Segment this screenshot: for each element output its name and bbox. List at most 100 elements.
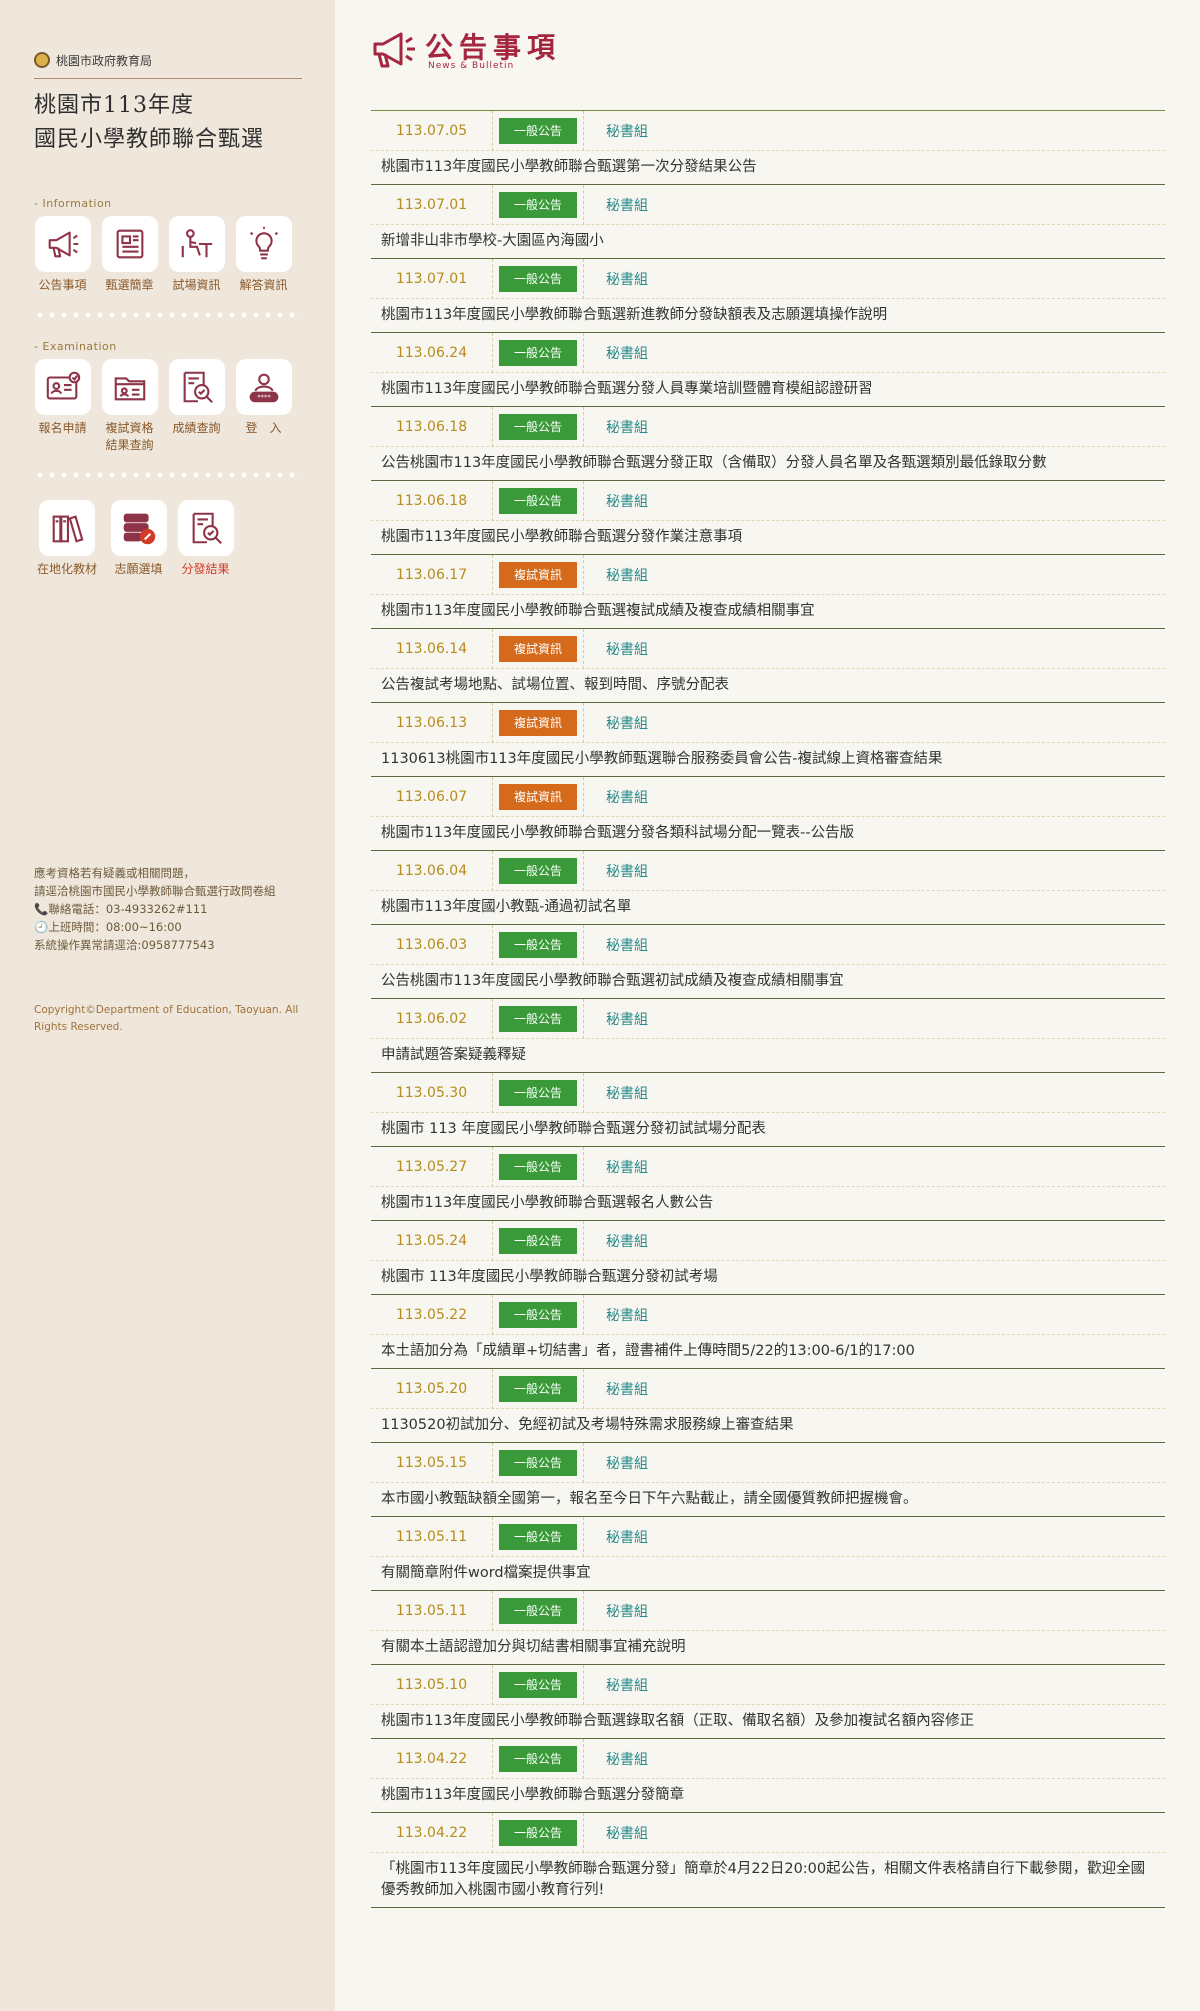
bulletin-unit[interactable]: 秘書組 — [606, 713, 648, 733]
bulletin-unit[interactable]: 秘書組 — [606, 639, 648, 659]
category-badge: 一般公告 — [499, 857, 577, 884]
nav-exam-venue-label: 試場資訊 — [172, 278, 221, 292]
category-badge: 一般公告 — [499, 487, 577, 514]
nav-retest-query[interactable]: 複試資格 結果查詢 — [101, 359, 158, 454]
brand[interactable]: 桃園市政府教育局 — [34, 50, 301, 70]
category-badge: 一般公告 — [499, 1301, 577, 1328]
category-badge: 一般公告 — [499, 1523, 577, 1550]
bulletin-unit[interactable]: 秘書組 — [606, 121, 648, 141]
nav-preference[interactable]: 志願選填 — [110, 500, 167, 578]
nav-exam-venue[interactable]: 試場資訊 — [168, 216, 225, 294]
bulletin-title-link[interactable]: 公告桃園市113年度國民小學教師聯合甄選分發正取（含備取）分發人員名單及各甄選類… — [371, 447, 1165, 480]
bulletin-meta: 113.05.22 一般公告 秘書組 — [371, 1294, 1165, 1335]
bulletin-category-cell: 一般公告 — [492, 1146, 584, 1187]
contact-hours: 🕘上班時間：08:00~16:00 — [34, 920, 182, 934]
bulletin-unit[interactable]: 秘書組 — [606, 1675, 648, 1695]
bulletin-unit[interactable]: 秘書組 — [606, 1379, 648, 1399]
bulletin-title-link[interactable]: 桃園市113年度國民小學教師聯合甄選報名人數公告 — [371, 1187, 1165, 1220]
bulletin-title-link[interactable]: 本土語加分為「成績單+切結書」者，證書補件上傳時間5/22的13:00-6/1的… — [371, 1335, 1165, 1368]
bulletin-unit[interactable]: 秘書組 — [606, 195, 648, 215]
document-icon — [101, 216, 158, 272]
bulletin-title-link[interactable]: 桃園市113年度國小教甄-通過初試名單 — [371, 891, 1165, 924]
bulletin-unit[interactable]: 秘書組 — [606, 565, 648, 585]
bulletin-title-link[interactable]: 申請試題答案疑義釋疑 — [371, 1039, 1165, 1072]
bulletin-unit[interactable]: 秘書組 — [606, 1305, 648, 1325]
bulletin-title-link[interactable]: 桃園市113年度國民小學教師聯合甄選錄取名額（正取、備取名額）及參加複試名額內容… — [371, 1705, 1165, 1738]
bulletin-unit[interactable]: 秘書組 — [606, 1749, 648, 1769]
bulletin-category-cell: 一般公告 — [492, 998, 584, 1039]
bulletin-title-link[interactable]: 桃園市113年度國民小學教師聯合甄選分發各類科試場分配一覽表--公告版 — [371, 817, 1165, 850]
bulletin-unit[interactable]: 秘書組 — [606, 491, 648, 511]
bulletin-item: 113.05.10 一般公告 秘書組 桃園市113年度國民小學教師聯合甄選錄取名額（正… — [371, 1664, 1165, 1739]
bulletin-title-link[interactable]: 桃園市113年度國民小學教師聯合甄選分發人員專業培訓暨體育模組認證研習 — [371, 373, 1165, 406]
bulletin-title-link[interactable]: 有關簡章附件word檔案提供事宜 — [371, 1557, 1165, 1590]
nav-brochure[interactable]: 甄選簡章 — [101, 216, 158, 294]
page-subtitle: News & Bulletin — [428, 61, 515, 71]
bulletin-unit[interactable]: 秘書組 — [606, 787, 648, 807]
bulletin-title-link[interactable]: 桃園市113年度國民小學教師聯合甄選分發簡章 — [371, 1779, 1165, 1812]
bulletin-title-link[interactable]: 桃園市113年度國民小學教師聯合甄選新進教師分發缺額表及志願選填操作說明 — [371, 299, 1165, 332]
bulletin-category-cell: 一般公告 — [492, 406, 584, 447]
bulletin-title-link[interactable]: 公告桃園市113年度國民小學教師聯合甄選初試成績及複查成績相關事宜 — [371, 965, 1165, 998]
nav-score-query[interactable]: 成績查詢 — [168, 359, 225, 454]
bulletin-unit[interactable]: 秘書組 — [606, 861, 648, 881]
bulletin-category-cell: 一般公告 — [492, 110, 584, 151]
nav-score-query-label: 成績查詢 — [172, 421, 221, 435]
nav-local-materials[interactable]: 在地化教材 — [34, 500, 100, 578]
bulletin-item: 113.07.01 一般公告 秘書組 桃園市113年度國民小學教師聯合甄選新進教師分發… — [371, 258, 1165, 333]
nav-registration[interactable]: 報名申請 — [34, 359, 91, 454]
bulletin-unit[interactable]: 秘書組 — [606, 935, 648, 955]
main-content: 公告事項 News & Bulletin 113.07.05 一般公告 秘書組 桃園市… — [371, 0, 1165, 1908]
category-badge: 一般公告 — [499, 413, 577, 440]
bulletin-date: 113.04.22 — [395, 1750, 468, 1767]
bulletin-meta: 113.06.18 一般公告 秘書組 — [371, 406, 1165, 447]
bulletin-title-link[interactable]: 桃園市113年度國民小學教師聯合甄選第一次分發結果公告 — [371, 151, 1165, 184]
folder-icon — [101, 359, 158, 415]
nav-placement-result-label: 分發結果 — [181, 562, 230, 576]
bulletin-title-link[interactable]: 公告複試考場地點、試場位置、報到時間、序號分配表 — [371, 669, 1165, 702]
bulletin-title-link[interactable]: 桃園市 113 年度國民小學教師聯合甄選分發初試試場分配表 — [371, 1113, 1165, 1146]
bulletin-unit[interactable]: 秘書組 — [606, 1009, 648, 1029]
bulletin-title-link[interactable]: 有關本土語認證加分與切結書相關事宜補充說明 — [371, 1631, 1165, 1664]
bulletin-title-link[interactable]: 新增非山非市學校-大園區內海國小 — [371, 225, 1165, 258]
bulletin-unit[interactable]: 秘書組 — [606, 417, 648, 437]
bulletin-title-link[interactable]: 桃園市113年度國民小學教師聯合甄選複試成績及複查成績相關事宜 — [371, 595, 1165, 628]
nav-login[interactable]: **** 登 入 — [235, 359, 292, 454]
nav-placement-result[interactable]: 分發結果 — [177, 500, 234, 578]
bulletin-item: 113.05.15 一般公告 秘書組 本市國小教甄缺額全國第一，報名至今日下午六點截止… — [371, 1442, 1165, 1517]
bulletin-date: 113.06.18 — [395, 418, 468, 435]
site-title[interactable]: 桃園市113年度 國民小學教師聯合甄選 — [34, 89, 301, 157]
category-badge: 複試資訊 — [499, 783, 577, 810]
information-nav: 公告事項 甄選簡章 試場資訊 解答資訊 — [34, 216, 301, 294]
bulletin-date: 113.06.24 — [395, 344, 468, 361]
bulletin-date: 113.07.01 — [395, 196, 468, 213]
bulletin-title-link[interactable]: 桃園市113年度國民小學教師聯合甄選分發作業注意事項 — [371, 521, 1165, 554]
bulletin-unit[interactable]: 秘書組 — [606, 1527, 648, 1547]
category-badge: 複試資訊 — [499, 709, 577, 736]
bulletin-unit[interactable]: 秘書組 — [606, 269, 648, 289]
bulletin-meta: 113.05.11 一般公告 秘書組 — [371, 1516, 1165, 1557]
bulletin-unit[interactable]: 秘書組 — [606, 1823, 648, 1843]
bulletin-unit[interactable]: 秘書組 — [606, 1601, 648, 1621]
bulletin-date: 113.06.04 — [395, 862, 468, 879]
information-section-label: - Information — [34, 197, 112, 210]
bulletin-title-link[interactable]: 「桃園市113年度國民小學教師聯合甄選分發」簡章於4月22日20:00起公告，相… — [371, 1853, 1165, 1907]
bulletin-unit[interactable]: 秘書組 — [606, 343, 648, 363]
nav-retest-query-label: 複試資格 結果查詢 — [105, 421, 154, 452]
bulletin-title-link[interactable]: 1130520初試加分、免經初試及考場特殊需求服務線上審查結果 — [371, 1409, 1165, 1442]
bulletin-title-link[interactable]: 1130613桃園市113年度國民小學教師甄選聯合服務委員會公告-複試線上資格審… — [371, 743, 1165, 776]
bulletin-unit[interactable]: 秘書組 — [606, 1453, 648, 1473]
bulletin-item: 113.06.07 複試資訊 秘書組 桃園市113年度國民小學教師聯合甄選分發各類科試… — [371, 776, 1165, 851]
bulletin-category-cell: 一般公告 — [492, 850, 584, 891]
nav-bulletin[interactable]: 公告事項 — [34, 216, 91, 294]
bulletin-meta: 113.06.13 複試資訊 秘書組 — [371, 702, 1165, 743]
nav-answers[interactable]: 解答資訊 — [235, 216, 292, 294]
svg-text:****: **** — [257, 393, 271, 401]
bulletin-title-link[interactable]: 桃園市 113年度國民小學教師聯合甄選分發初試考場 — [371, 1261, 1165, 1294]
bulletin-date: 113.05.24 — [395, 1232, 468, 1249]
bulletin-unit[interactable]: 秘書組 — [606, 1157, 648, 1177]
bulletin-unit[interactable]: 秘書組 — [606, 1231, 648, 1251]
bulletin-category-cell: 複試資訊 — [492, 628, 584, 669]
bulletin-unit[interactable]: 秘書組 — [606, 1083, 648, 1103]
bulletin-title-link[interactable]: 本市國小教甄缺額全國第一，報名至今日下午六點截止，請全國優質教師把握機會。 — [371, 1483, 1165, 1516]
